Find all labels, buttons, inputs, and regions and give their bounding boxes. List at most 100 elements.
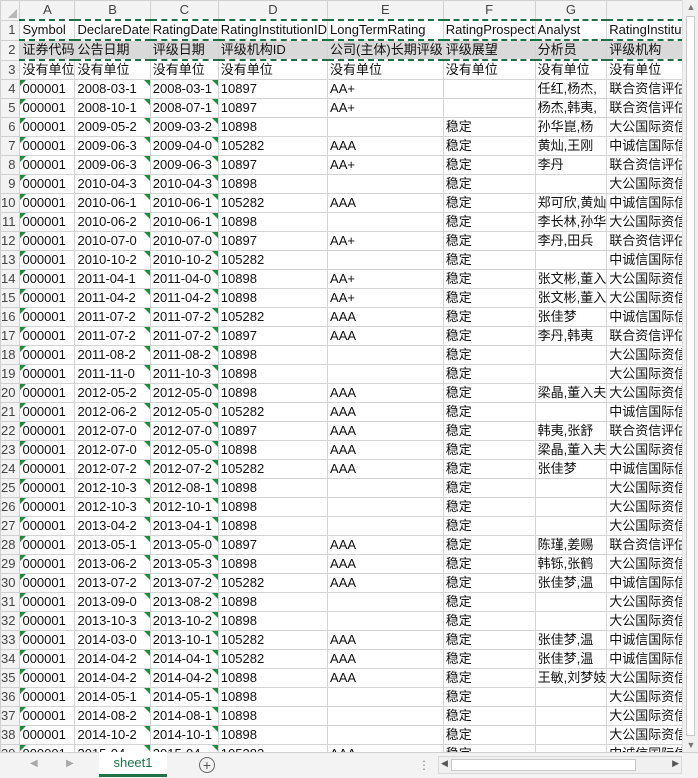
cell[interactable]: 10898 xyxy=(217,497,329,517)
horizontal-scroll-thumb[interactable] xyxy=(451,759,636,771)
next-sheet-icon[interactable]: ▶ xyxy=(66,758,74,769)
cell[interactable]: 000001 xyxy=(19,592,76,612)
cell[interactable]: 稳定 xyxy=(442,459,536,479)
cell[interactable]: 000001 xyxy=(19,117,76,137)
cell[interactable] xyxy=(534,687,608,707)
cell[interactable]: 大公国际资信评估有限公司 xyxy=(606,611,682,631)
cell[interactable]: 没有单位 xyxy=(217,59,329,80)
cell[interactable]: 105282 xyxy=(217,136,329,156)
cell[interactable]: 000001 xyxy=(19,668,76,688)
row-header[interactable]: 17 xyxy=(0,326,21,346)
cell[interactable]: 105282 xyxy=(217,744,329,752)
cell[interactable]: 000001 xyxy=(19,212,76,232)
cell[interactable]: 105282 xyxy=(217,630,329,650)
cell[interactable]: 稳定 xyxy=(442,345,536,365)
cell[interactable]: 2010-07-0 xyxy=(74,231,151,251)
cell[interactable]: AAA xyxy=(327,459,444,479)
cell[interactable] xyxy=(327,117,444,137)
cell[interactable]: 2012-07-2 xyxy=(149,459,219,479)
cell[interactable]: 10898 xyxy=(217,706,329,726)
column-header[interactable]: C xyxy=(149,0,219,21)
cell[interactable]: 2014-10-2 xyxy=(74,725,151,745)
cell[interactable]: AAA xyxy=(327,649,444,669)
cell[interactable] xyxy=(534,516,608,536)
row-header[interactable]: 1 xyxy=(0,19,21,41)
cell[interactable]: 2012-06-2 xyxy=(74,402,151,422)
cell[interactable]: 10898 xyxy=(217,345,329,365)
cell[interactable]: 10898 xyxy=(217,117,329,137)
column-header[interactable]: A xyxy=(19,0,76,21)
cell[interactable]: 2010-06-2 xyxy=(74,212,151,232)
cell[interactable] xyxy=(442,79,536,99)
cell[interactable]: LongTermRating xyxy=(327,19,444,41)
cell[interactable]: 韩铄,张鹤 xyxy=(534,554,608,574)
cell[interactable] xyxy=(327,725,444,745)
cell[interactable]: 2009-03-2 xyxy=(149,117,219,137)
cell[interactable]: AAA xyxy=(327,383,444,403)
column-header[interactable]: B xyxy=(74,0,151,21)
cell[interactable]: 2009-06-3 xyxy=(74,155,151,175)
row-header[interactable]: 21 xyxy=(0,402,21,422)
cell[interactable]: 2012-10-1 xyxy=(149,497,219,517)
row-header[interactable]: 29 xyxy=(0,554,21,574)
cell[interactable] xyxy=(534,592,608,612)
cell[interactable]: 000001 xyxy=(19,649,76,669)
cell[interactable]: 000001 xyxy=(19,155,76,175)
cell[interactable]: 2009-06-3 xyxy=(149,155,219,175)
row-header[interactable]: 39 xyxy=(0,744,21,752)
cell[interactable]: 10898 xyxy=(217,611,329,631)
cell[interactable]: 稳定 xyxy=(442,193,536,213)
cell[interactable] xyxy=(327,478,444,498)
cell[interactable]: AA+ xyxy=(327,79,444,99)
row-header[interactable]: 14 xyxy=(0,269,21,289)
cell[interactable]: 张佳梦,温 xyxy=(534,649,608,669)
cell[interactable]: 105282 xyxy=(217,459,329,479)
row-header[interactable]: 2 xyxy=(0,39,21,61)
cell[interactable]: 没有单位 xyxy=(149,59,219,80)
cell[interactable]: 中诚信国际信用评级有限责任公司 xyxy=(606,250,682,270)
cell[interactable]: 2014-05-1 xyxy=(149,687,219,707)
row-header[interactable]: 3 xyxy=(0,59,21,80)
cell[interactable]: 105282 xyxy=(217,649,329,669)
cell[interactable]: 2009-04-0 xyxy=(149,136,219,156)
cell[interactable]: 中诚信国际信用评级有限责任公司 xyxy=(606,744,682,752)
row-header[interactable]: 23 xyxy=(0,440,21,460)
row-header[interactable]: 24 xyxy=(0,459,21,479)
cell[interactable]: 2015-04- xyxy=(74,744,151,752)
cell[interactable]: RatingInstitutionID xyxy=(217,19,329,41)
cell[interactable]: 000001 xyxy=(19,611,76,631)
row-header[interactable]: 30 xyxy=(0,573,21,593)
cell[interactable]: 稳定 xyxy=(442,497,536,517)
cell[interactable]: 稳定 xyxy=(442,155,536,175)
cell[interactable]: 10898 xyxy=(217,516,329,536)
cell[interactable]: 2012-07-0 xyxy=(74,421,151,441)
cell[interactable]: RatingDate xyxy=(149,19,219,41)
cell[interactable]: 000001 xyxy=(19,687,76,707)
cell[interactable]: 2011-08-2 xyxy=(149,345,219,365)
cell[interactable]: 000001 xyxy=(19,269,76,289)
cell[interactable]: 大公国际资信评估有限公司 xyxy=(606,383,682,403)
row-header[interactable]: 27 xyxy=(0,516,21,536)
cell[interactable]: 10897 xyxy=(217,326,329,346)
cell[interactable]: 2013-07-2 xyxy=(74,573,151,593)
row-header[interactable]: 35 xyxy=(0,668,21,688)
cell[interactable]: 10898 xyxy=(217,687,329,707)
cell[interactable] xyxy=(534,725,608,745)
cell[interactable]: 000001 xyxy=(19,136,76,156)
scroll-left-arrow-icon[interactable]: ◀ xyxy=(441,758,448,769)
cell[interactable]: 000001 xyxy=(19,573,76,593)
cell[interactable]: 稳定 xyxy=(442,383,536,403)
cell[interactable]: 000001 xyxy=(19,288,76,308)
cell[interactable]: 105282 xyxy=(217,193,329,213)
cell[interactable]: 10898 xyxy=(217,725,329,745)
cell[interactable]: 大公国际资信评估有限公司 xyxy=(606,668,682,688)
cell[interactable]: 10897 xyxy=(217,155,329,175)
cell[interactable]: 陈瑾,姜赐 xyxy=(534,535,608,555)
cell[interactable]: RatingInstitution xyxy=(606,19,682,41)
cell[interactable]: 2012-08-1 xyxy=(149,478,219,498)
cell[interactable]: 2013-04-1 xyxy=(149,516,219,536)
prev-sheet-icon[interactable]: ◀ xyxy=(30,758,38,769)
column-header[interactable]: G xyxy=(534,0,608,21)
cell[interactable]: AAA xyxy=(327,535,444,555)
cell[interactable]: 大公国际资信评估有限公司 xyxy=(606,687,682,707)
